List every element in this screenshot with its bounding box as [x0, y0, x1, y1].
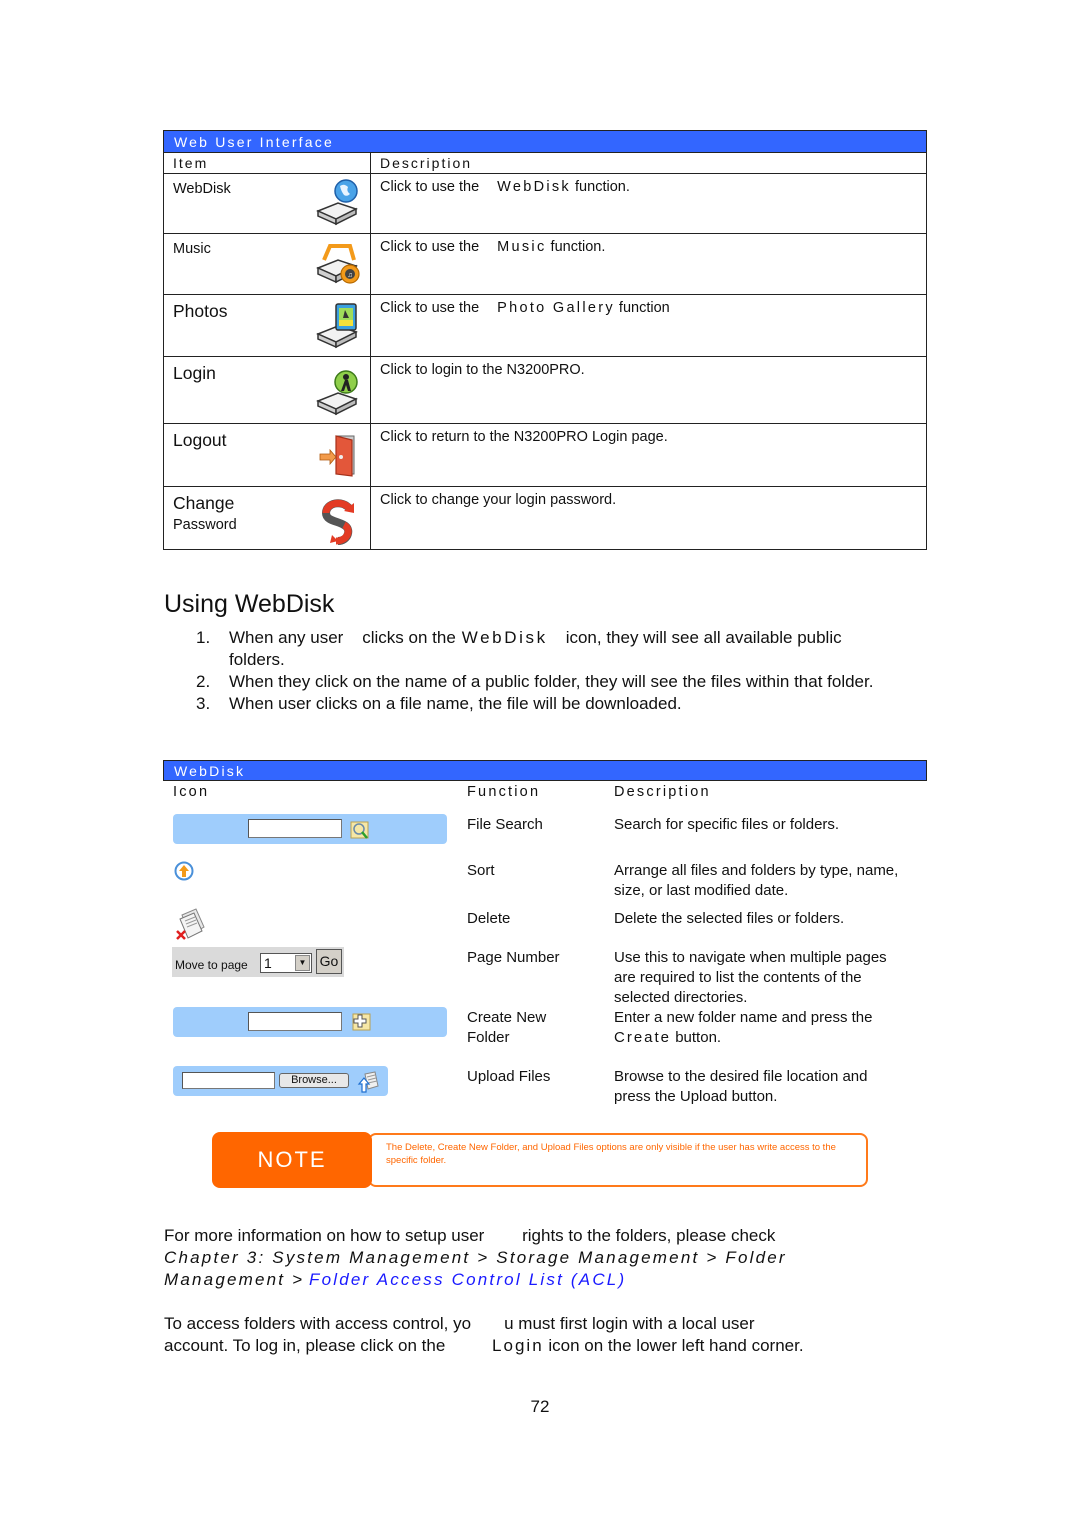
table-row: Change Password Click to change your log…	[164, 487, 926, 549]
keyword: Photo Gallery	[497, 300, 615, 316]
table-row: Music ♫ Click to use the Music function.	[164, 234, 926, 295]
row-description: Click to return to the N3200PRO Login pa…	[380, 429, 668, 445]
webdisk-table-title: WebDisk	[163, 760, 927, 781]
page-navigator: Move to page 1 ▼ Go	[172, 947, 344, 977]
browse-button[interactable]: Browse...	[279, 1073, 349, 1088]
file-search-input[interactable]	[248, 819, 342, 838]
note-box: The Delete, Create New Folder, and Uploa…	[368, 1133, 868, 1187]
item-label: Music	[173, 241, 211, 257]
upload-toolbar: Browse...	[173, 1066, 388, 1096]
table-column-headers: Item Description	[164, 153, 926, 174]
function-label: Create New Folder	[467, 1009, 547, 1046]
section-title: Using WebDisk	[164, 590, 335, 618]
folder-name-input[interactable]	[248, 1012, 342, 1031]
sort-arrow-icon[interactable]	[174, 861, 194, 881]
steps-list: 1. When any user clicks on the WebDisk ico…	[196, 627, 896, 715]
item-label: Logout	[173, 430, 227, 450]
music-drive-icon[interactable]: ♫	[314, 238, 362, 288]
svg-text:♫: ♫	[347, 272, 352, 279]
acl-link[interactable]: Folder Access Control List (ACL)	[309, 1270, 626, 1289]
row-description: Click to change your login password.	[380, 492, 617, 508]
column-header-item: Item	[164, 153, 371, 173]
file-search-toolbar	[173, 814, 447, 844]
function-description: Delete the selected files or folders.	[614, 910, 845, 927]
webdisk-globe-drive-icon[interactable]	[314, 177, 362, 227]
item-label: Photos	[173, 301, 228, 321]
page-number: 72	[530, 1397, 550, 1416]
list-item: 2. When they click on the name of a publ…	[196, 672, 874, 691]
function-description: Browse to the desired file location and …	[614, 1068, 868, 1105]
pager-label: Move to page	[175, 958, 248, 972]
item-label: WebDisk	[173, 181, 231, 197]
function-label: Sort	[467, 862, 495, 879]
column-header-function: Function	[467, 784, 541, 800]
create-folder-toolbar	[173, 1007, 447, 1037]
table-row: WebDisk Click to use the WebDisk function…	[164, 174, 926, 234]
access-paragraph: To access folders with access control, y…	[164, 1314, 804, 1355]
page-select[interactable]: 1 ▼	[260, 953, 312, 973]
table-row: Login Click to login to the N3200PRO.	[164, 357, 926, 424]
function-label: File Search	[467, 816, 543, 833]
function-description: Search for specific files or folders.	[614, 816, 840, 833]
item-label: Login	[173, 363, 216, 383]
list-item: 3. When user clicks on a file name, the …	[196, 694, 682, 713]
delete-files-icon[interactable]	[174, 907, 208, 941]
row-description: Click to login to the N3200PRO.	[380, 362, 585, 378]
table-title: Web User Interface	[164, 131, 926, 153]
keyword: WebDisk	[461, 628, 548, 647]
upload-files-icon[interactable]	[357, 1070, 379, 1094]
keyword: Music	[497, 239, 547, 255]
change-password-icon[interactable]	[314, 497, 362, 547]
go-button[interactable]: Go	[316, 949, 342, 974]
note-tag: NOTE	[212, 1132, 372, 1188]
column-header-description: Description	[614, 784, 711, 800]
login-drive-icon[interactable]	[314, 367, 362, 417]
function-description: Arrange all files and folders by type, n…	[614, 862, 899, 899]
search-folder-icon[interactable]	[349, 818, 371, 840]
photo-drive-icon[interactable]	[314, 300, 362, 350]
list-item: 1. When any user clicks on the WebDisk ico…	[196, 628, 842, 669]
table-row: Photos Click to use the Photo Gallery fun…	[164, 295, 926, 357]
function-label: Page Number	[467, 949, 560, 966]
table-row: Logout Click to return to the N3200PRO L…	[164, 424, 926, 487]
keyword: Create	[614, 1029, 672, 1046]
logout-door-icon[interactable]	[314, 430, 362, 480]
keyword: WebDisk	[497, 179, 571, 195]
function-label: Delete	[467, 910, 511, 927]
item-label: Change	[173, 493, 235, 513]
column-header-icon: Icon	[173, 784, 210, 800]
function-description: Use this to navigate when multiple pages…	[614, 949, 887, 1006]
more-info-paragraph: For more information on how to setup use…	[164, 1226, 787, 1289]
dropdown-arrow-icon[interactable]: ▼	[295, 955, 310, 971]
column-header-description: Description	[380, 155, 473, 171]
function-description: Enter a new folder name and press the Cr…	[614, 1009, 873, 1046]
function-label: Upload Files	[467, 1068, 551, 1085]
keyword: Login	[492, 1336, 544, 1355]
web-user-interface-table: Web User Interface Item Description WebD…	[163, 130, 927, 550]
new-folder-icon[interactable]	[348, 1011, 372, 1033]
upload-file-path-input[interactable]	[182, 1072, 275, 1089]
